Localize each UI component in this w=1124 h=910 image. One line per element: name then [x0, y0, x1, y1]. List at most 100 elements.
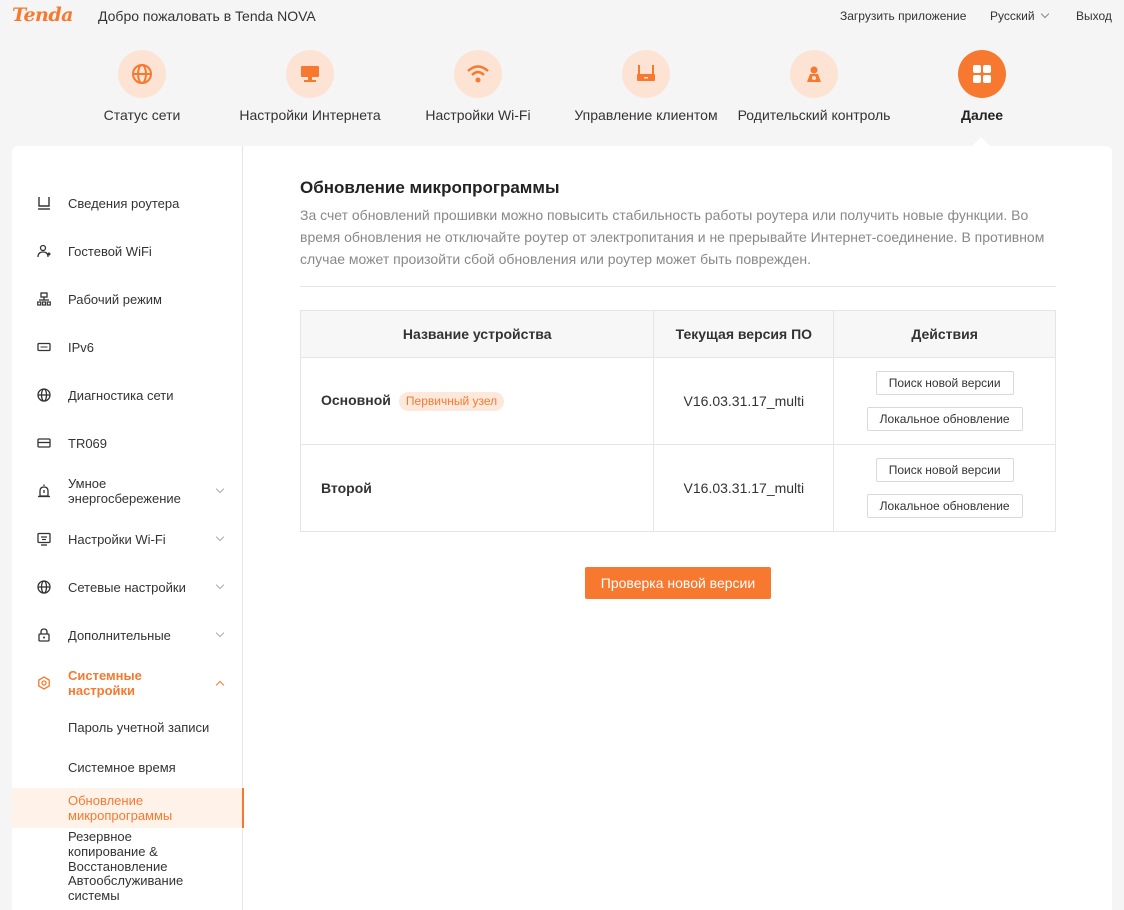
- nav-wifi-settings[interactable]: Настройки Wi-Fi: [388, 50, 568, 123]
- nav-client-management[interactable]: Управление клиентом: [556, 50, 736, 123]
- sidebar-subitem-account-password[interactable]: Пароль учетной записи: [12, 709, 243, 745]
- sidebar-item-ipv6[interactable]: IPv6: [12, 327, 243, 367]
- mode-icon: [36, 291, 52, 307]
- sidebar-item-label: IPv6: [68, 339, 95, 355]
- sidebar-subitem-label: Обновление микропрограммы: [68, 793, 173, 823]
- nav-label: Далее: [960, 107, 1004, 123]
- sidebar-item-label: Дополнительные: [68, 627, 171, 643]
- globe-icon: [36, 387, 52, 403]
- column-header-device: Название устройства: [299, 310, 655, 358]
- sidebar-item-wifi-settings[interactable]: Настройки Wi-Fi: [12, 519, 243, 559]
- actions-cell: Поиск новой версии Локальное обновление: [833, 357, 1056, 445]
- language-label: Русский: [990, 9, 1035, 23]
- chevron-down-icon: [215, 532, 225, 542]
- sidebar-item-system-settings[interactable]: Системные настройки: [12, 663, 243, 703]
- sidebar-item-label: Диагностика сети: [68, 387, 174, 403]
- chevron-down-icon: [215, 628, 225, 638]
- nav-label: Настройки Интернета: [239, 107, 381, 123]
- top-bar: Tenda Добро пожаловать в Tenda NOVA Загр…: [0, 0, 1124, 34]
- sidebar-item-network-diagnostics[interactable]: Диагностика сети: [12, 375, 243, 415]
- sidebar-item-work-mode[interactable]: Рабочий режим: [12, 279, 243, 319]
- parent-icon: [790, 50, 838, 98]
- search-new-version-button[interactable]: Поиск новой версии: [875, 371, 1014, 395]
- status-badge: Первичный узел: [398, 391, 505, 411]
- sidebar: Сведения роутера Гостевой WiFi Рабочий р…: [12, 146, 244, 910]
- logout-link[interactable]: Выход: [1076, 9, 1112, 23]
- firmware-version: V16.03.31.17_multi: [653, 357, 835, 445]
- device-name: Основной: [321, 391, 391, 408]
- column-header-actions: Действия: [833, 310, 1056, 358]
- nav-parental-control[interactable]: Родительский контроль: [724, 50, 904, 123]
- tenda-logo[interactable]: Tenda: [12, 4, 73, 26]
- page-description: За счет обновлений прошивки можно повыси…: [300, 207, 1045, 267]
- local-update-button[interactable]: Локальное обновление: [866, 407, 1023, 431]
- device-name: Второй: [321, 480, 372, 496]
- firmware-table: Название устройства Текущая версия ПО Де…: [299, 310, 1056, 532]
- nav-label: Управление клиентом: [574, 107, 718, 123]
- sidebar-subitem-label: Резервное копирование & Восстановление: [68, 828, 168, 874]
- monitor-icon: [286, 50, 334, 98]
- nav-internet-settings[interactable]: Настройки Интернета: [220, 50, 400, 123]
- local-update-button[interactable]: Локальное обновление: [866, 494, 1023, 518]
- guest-icon: [36, 243, 52, 259]
- sidebar-subitem-label: Автообслуживание системы: [68, 873, 184, 903]
- device-name-cell: Основной Первичный узел: [299, 357, 655, 445]
- sidebar-item-label: Настройки Wi-Fi: [68, 531, 166, 547]
- sidebar-item-label: Системные настройки: [68, 668, 142, 698]
- content-card: Сведения роутера Гостевой WiFi Рабочий р…: [12, 146, 1112, 910]
- sidebar-item-advanced[interactable]: Дополнительные: [12, 615, 243, 655]
- sidebar-subitem-backup-restore[interactable]: Резервное копирование & Восстановление: [12, 828, 243, 874]
- sidebar-item-label: Сведения роутера: [68, 195, 180, 211]
- nav-label: Настройки Wi-Fi: [425, 107, 531, 123]
- grid-icon: [958, 50, 1006, 98]
- chevron-up-icon: [215, 680, 225, 690]
- check-new-version-button[interactable]: Проверка новой версии: [585, 567, 771, 599]
- sidebar-subitem-system-time[interactable]: Системное время: [12, 749, 243, 785]
- sidebar-item-label: Гостевой WiFi: [68, 243, 152, 259]
- chevron-down-icon: [1040, 9, 1049, 19]
- wifi-icon: [454, 50, 502, 98]
- alarm-icon: [36, 483, 52, 499]
- column-header-version: Текущая версия ПО: [653, 310, 835, 358]
- sidebar-subitem-auto-maintenance[interactable]: Автообслуживание системы: [12, 873, 243, 903]
- router-info-icon: [36, 195, 52, 211]
- globe-icon: [118, 50, 166, 98]
- welcome-text: Добро пожаловать в Tenda NOVA: [98, 8, 316, 24]
- sidebar-subitem-firmware-update[interactable]: Обновление микропрограммы: [12, 788, 244, 828]
- globe-icon: [36, 579, 52, 595]
- sidebar-item-label: Умное энергосбережение: [68, 476, 181, 506]
- nav-label: Родительский контроль: [737, 107, 891, 123]
- language-select[interactable]: Русский: [990, 9, 1049, 23]
- sidebar-item-smart-energy[interactable]: Умное энергосбережение: [12, 471, 243, 511]
- sidebar-subitem-label: Пароль учетной записи: [68, 719, 210, 735]
- sidebar-item-router-info[interactable]: Сведения роутера: [12, 183, 243, 223]
- router-icon: [622, 50, 670, 98]
- tr069-icon: [36, 435, 52, 451]
- chevron-down-icon: [215, 580, 225, 590]
- nav-more[interactable]: Далее: [892, 50, 1072, 123]
- lock-icon: [36, 627, 52, 643]
- device-name-cell: Второй: [299, 444, 655, 532]
- nav-network-status[interactable]: Статус сети: [52, 50, 232, 123]
- gear-icon: [36, 675, 52, 691]
- table-header-row: Название устройства Текущая версия ПО Де…: [299, 310, 1056, 358]
- wifi-settings-icon: [36, 531, 52, 547]
- firmware-version: V16.03.31.17_multi: [653, 444, 835, 532]
- search-new-version-button[interactable]: Поиск новой версии: [875, 458, 1014, 482]
- nav-label: Статус сети: [103, 107, 181, 123]
- sidebar-item-label: Рабочий режим: [68, 291, 162, 307]
- sidebar-item-label: TR069: [68, 435, 108, 451]
- download-app-link[interactable]: Загрузить приложение: [840, 9, 966, 23]
- sidebar-item-guest-wifi[interactable]: Гостевой WiFi: [12, 231, 243, 271]
- sidebar-item-tr069[interactable]: TR069: [12, 423, 243, 463]
- sidebar-subitem-label: Системное время: [68, 759, 176, 775]
- table-row: Основной Первичный узел V16.03.31.17_mult…: [299, 357, 1056, 445]
- divider: [300, 286, 1056, 287]
- ipv6-icon: [36, 339, 52, 355]
- table-row: Второй V16.03.31.17_multi Поиск новой ве…: [299, 444, 1056, 532]
- sidebar-item-network-settings[interactable]: Сетевые настройки: [12, 567, 243, 607]
- page-title: Обновление микропрограммы: [300, 178, 560, 197]
- actions-cell: Поиск новой версии Локальное обновление: [833, 444, 1056, 532]
- chevron-down-icon: [215, 484, 225, 494]
- active-nav-pointer: [972, 137, 990, 146]
